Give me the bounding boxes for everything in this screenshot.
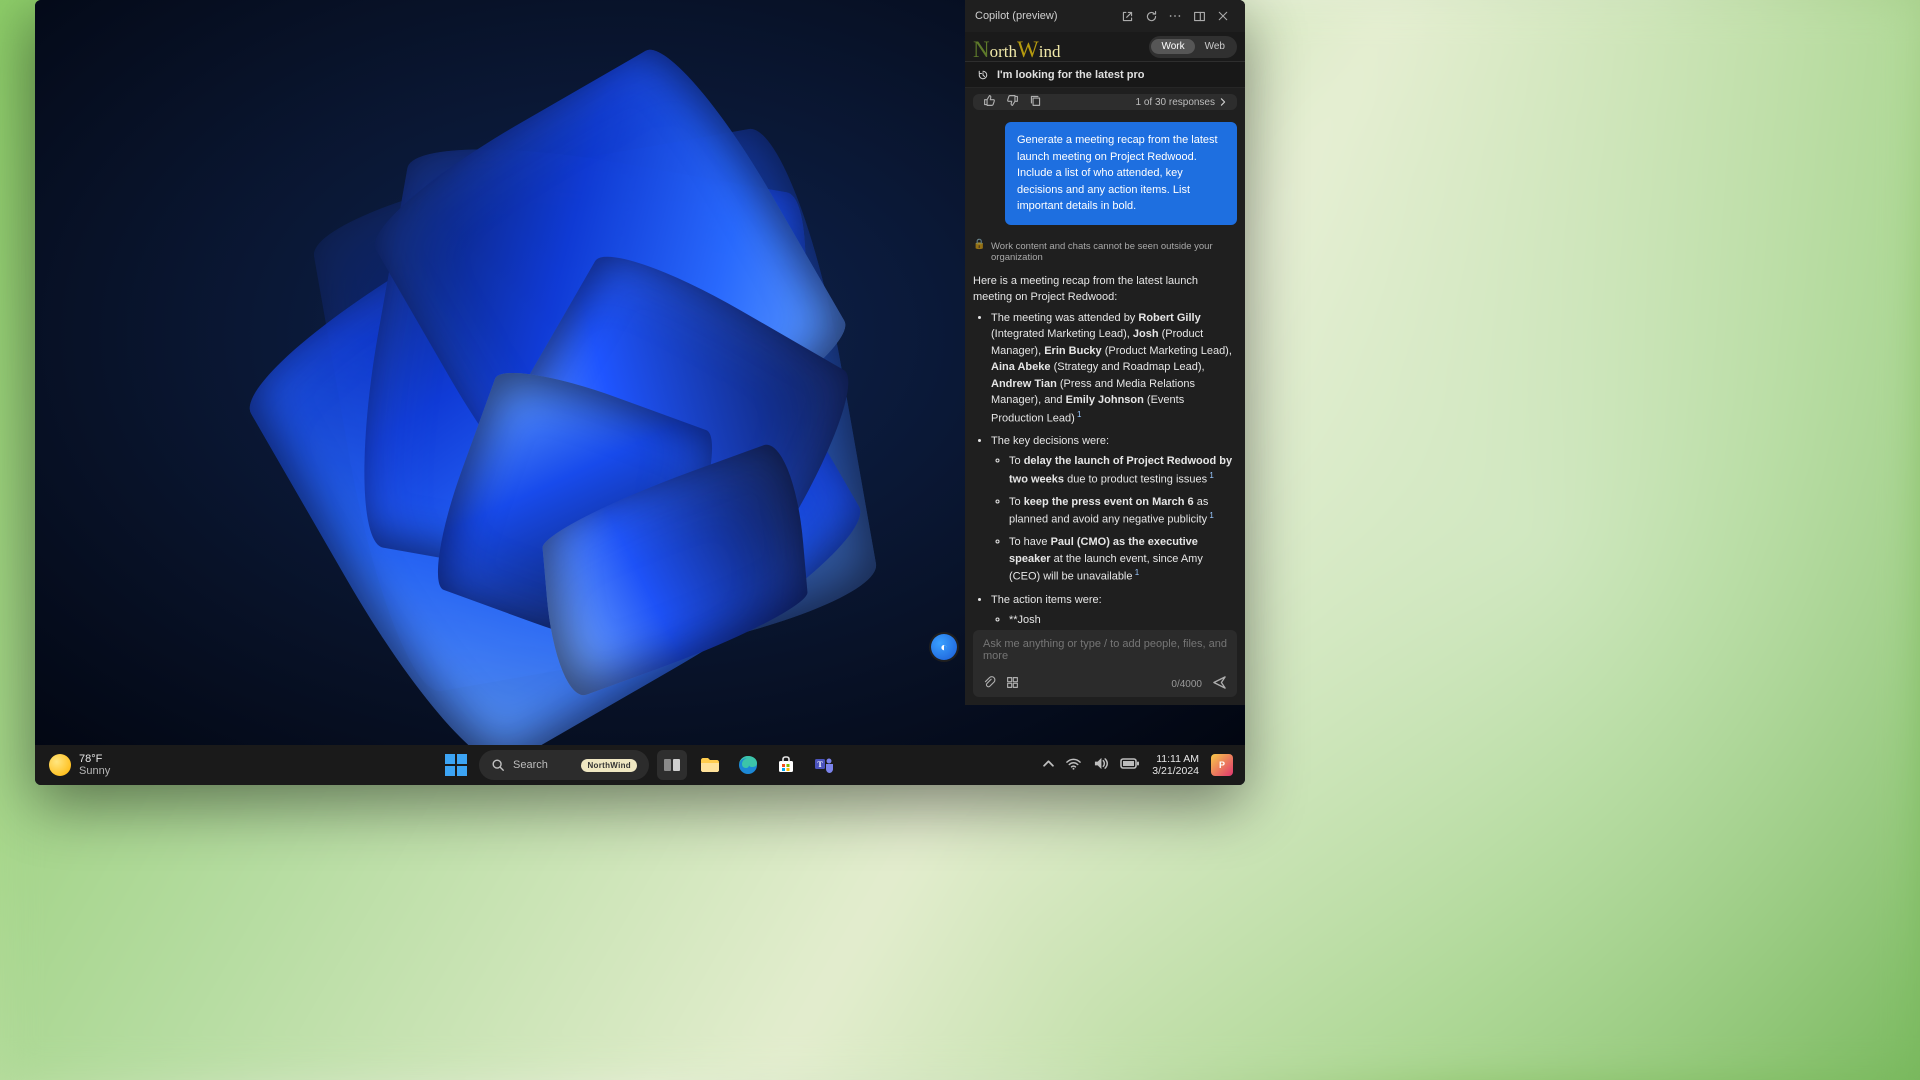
notification-badge[interactable]: P xyxy=(1211,754,1233,776)
tray-chevron-icon[interactable] xyxy=(1043,758,1054,772)
attach-icon[interactable] xyxy=(983,676,996,692)
citation-1d[interactable]: 1 xyxy=(1133,568,1140,577)
assistant-response: Here is a meeting recap from the latest … xyxy=(973,273,1237,631)
battery-icon[interactable] xyxy=(1120,758,1140,772)
user-message: Generate a meeting recap from the latest… xyxy=(1005,122,1237,225)
key-decisions-item: The key decisions were: To delay the lau… xyxy=(991,433,1237,586)
sun-icon xyxy=(49,754,71,776)
teams-icon: T xyxy=(814,755,834,775)
edge-button[interactable] xyxy=(733,750,763,780)
store-button[interactable] xyxy=(771,750,801,780)
copilot-panel: Copilot (preview) NorthWind Work Web xyxy=(965,0,1245,705)
history-text: I'm looking for the latest pro xyxy=(997,69,1144,81)
search-placeholder: Search xyxy=(513,759,548,771)
citation-1[interactable]: 1 xyxy=(1075,410,1082,419)
input-toolbar: 0/4000 xyxy=(983,673,1227,693)
task-view-button[interactable] xyxy=(657,750,687,780)
feedback-row-1: 1 of 30 responses xyxy=(973,94,1237,110)
windows-bloom-art xyxy=(255,60,935,740)
decision-2: To keep the press event on March 6 as pl… xyxy=(1009,494,1237,529)
scope-toggle: Work Web xyxy=(1149,36,1237,58)
taskbar-search[interactable]: Search NorthWind xyxy=(479,750,649,780)
send-icon[interactable] xyxy=(1212,675,1227,693)
system-tray: 11:11 AM 3/21/2024 P xyxy=(1043,753,1245,777)
volume-icon[interactable] xyxy=(1093,757,1108,773)
weather-condition: Sunny xyxy=(79,765,110,777)
copilot-header: NorthWind Work Web xyxy=(965,32,1245,62)
toggle-work[interactable]: Work xyxy=(1151,39,1194,54)
chevron-right-icon[interactable] xyxy=(1219,98,1227,106)
copilot-avatar-icon: ◐ xyxy=(931,634,957,660)
attendees-item: The meeting was attended by Robert Gilly… xyxy=(991,310,1237,427)
apps-icon[interactable] xyxy=(1006,676,1019,692)
folder-icon xyxy=(700,757,720,773)
thumbs-up-icon[interactable] xyxy=(983,94,996,110)
windows-logo-icon xyxy=(445,754,467,776)
copy-icon[interactable] xyxy=(1029,94,1042,110)
search-brand-badge: NorthWind xyxy=(581,759,637,772)
edge-icon xyxy=(738,755,758,775)
copilot-title: Copilot (preview) xyxy=(975,10,1058,22)
close-icon[interactable] xyxy=(1211,4,1235,28)
start-button[interactable] xyxy=(441,750,471,780)
action-1: **Josh xyxy=(1009,612,1237,629)
privacy-notice: Work content and chats cannot be seen ou… xyxy=(973,235,1237,267)
taskbar-center: Search NorthWind T xyxy=(441,750,839,780)
thumbs-down-icon[interactable] xyxy=(1006,94,1019,110)
clock-date: 3/21/2024 xyxy=(1152,765,1199,777)
history-row[interactable]: I'm looking for the latest pro xyxy=(965,62,1245,88)
more-icon[interactable] xyxy=(1163,4,1187,28)
toggle-web[interactable]: Web xyxy=(1195,39,1235,54)
explorer-button[interactable] xyxy=(695,750,725,780)
char-counter: 0/4000 xyxy=(1171,679,1202,690)
taskview-icon xyxy=(663,758,681,772)
dock-icon[interactable] xyxy=(1187,4,1211,28)
prompt-input[interactable] xyxy=(983,638,1227,670)
wifi-icon[interactable] xyxy=(1066,758,1081,773)
copilot-titlebar: Copilot (preview) xyxy=(965,0,1245,32)
action-items-item: The action items were: **Josh xyxy=(991,592,1237,629)
weather-temp: 78°F xyxy=(79,753,110,765)
response-intro: Here is a meeting recap from the latest … xyxy=(973,273,1237,306)
history-icon xyxy=(977,69,989,81)
store-icon xyxy=(777,756,795,774)
response-counter-1: 1 of 30 responses xyxy=(1136,97,1216,108)
clock[interactable]: 11:11 AM 3/21/2024 xyxy=(1152,753,1199,777)
prompt-input-area: 0/4000 xyxy=(973,630,1237,697)
weather-widget[interactable]: 78°F Sunny xyxy=(35,753,110,777)
decision-3: To have Paul (CMO) as the executive spea… xyxy=(1009,534,1237,585)
desktop-wallpaper-area[interactable]: Copilot (preview) NorthWind Work Web xyxy=(35,0,1245,745)
search-icon xyxy=(491,758,505,772)
brand-logo: NorthWind xyxy=(973,37,1060,57)
refresh-icon[interactable] xyxy=(1139,4,1163,28)
copilot-body: 1 of 30 responses Generate a meeting rec… xyxy=(965,88,1245,630)
citation-1c[interactable]: 1 xyxy=(1207,511,1214,520)
open-external-icon[interactable] xyxy=(1115,4,1139,28)
desktop-screen: Copilot (preview) NorthWind Work Web xyxy=(35,0,1245,785)
citation-1b[interactable]: 1 xyxy=(1207,471,1214,480)
svg-text:T: T xyxy=(817,760,823,769)
clock-time: 11:11 AM xyxy=(1152,753,1199,765)
decision-1: To delay the launch of Project Redwood b… xyxy=(1009,453,1237,488)
taskbar: 78°F Sunny Search NorthWind T xyxy=(35,745,1245,785)
teams-button[interactable]: T xyxy=(809,750,839,780)
